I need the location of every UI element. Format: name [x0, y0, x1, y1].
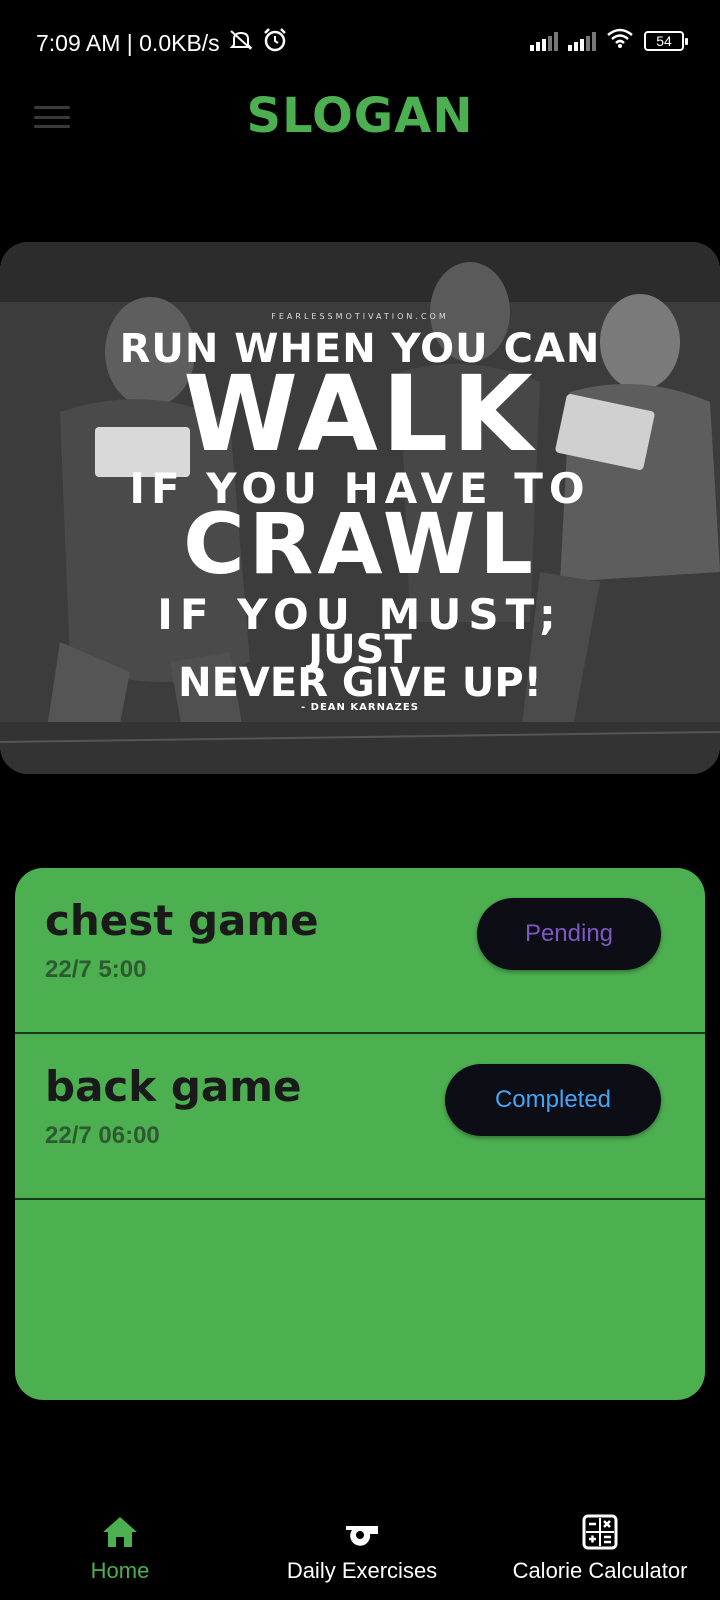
calculator-icon	[582, 1514, 618, 1550]
quote-line: WALK	[183, 353, 537, 475]
list-item[interactable]: back game 22/7 06:00 Completed	[15, 1034, 705, 1200]
status-right: 54	[530, 27, 688, 55]
status-left: 7:09 AM | 0.0KB/s	[36, 27, 288, 59]
list-item[interactable]: chest game 22/7 5:00 Pending	[15, 868, 705, 1034]
home-icon	[103, 1517, 137, 1547]
status-bar: 7:09 AM | 0.0KB/s 54	[0, 0, 720, 80]
nav-label: Calorie Calculator	[512, 1558, 688, 1583]
signal-icon	[530, 31, 558, 51]
quote-author: - DEAN KARNAZES	[301, 702, 419, 713]
status-time: 7:09 AM | 0.0KB/s	[36, 29, 220, 56]
screen: 7:09 AM | 0.0KB/s 54 SLOGAN FEARLESSMOTI…	[0, 0, 720, 1600]
quote-line: CRAWL	[183, 495, 537, 593]
status-button[interactable]: Completed	[445, 1064, 661, 1136]
wifi-icon	[606, 27, 634, 55]
workout-list: chest game 22/7 5:00 Pending back game 2…	[15, 868, 705, 1400]
motivation-banner: FEARLESSMOTIVATION.COM RUN WHEN YOU CAN …	[0, 242, 720, 774]
quote-line: NEVER GIVE UP!	[178, 660, 542, 706]
nav-label: Daily Exercises	[286, 1558, 438, 1583]
alarm-icon	[262, 27, 288, 59]
battery-icon: 54	[644, 31, 688, 51]
battery-level: 54	[656, 33, 672, 49]
nav-label: Home	[90, 1558, 150, 1583]
mute-icon	[228, 28, 254, 58]
app-bar: SLOGAN	[0, 80, 720, 190]
whistle-icon	[346, 1526, 378, 1546]
workout-title: chest game	[45, 896, 319, 945]
status-button[interactable]: Pending	[477, 898, 661, 970]
workout-time: 22/7 06:00	[45, 1122, 160, 1149]
signal-icon	[568, 31, 596, 51]
nav-item-calorie-calculator[interactable]: Calorie Calculator	[500, 1514, 700, 1584]
app-title: SLOGAN	[246, 88, 474, 144]
workout-time: 22/7 5:00	[45, 956, 147, 983]
nav-item-daily-exercises[interactable]: Daily Exercises	[272, 1514, 452, 1584]
quote-overlay: FEARLESSMOTIVATION.COM RUN WHEN YOU CAN …	[0, 242, 720, 774]
nav-item-home[interactable]: Home	[70, 1514, 170, 1584]
quote-site: FEARLESSMOTIVATION.COM	[271, 312, 449, 321]
workout-title: back game	[45, 1062, 302, 1111]
bottom-nav: Home Daily Exercises Calorie Calculator	[0, 1500, 720, 1600]
